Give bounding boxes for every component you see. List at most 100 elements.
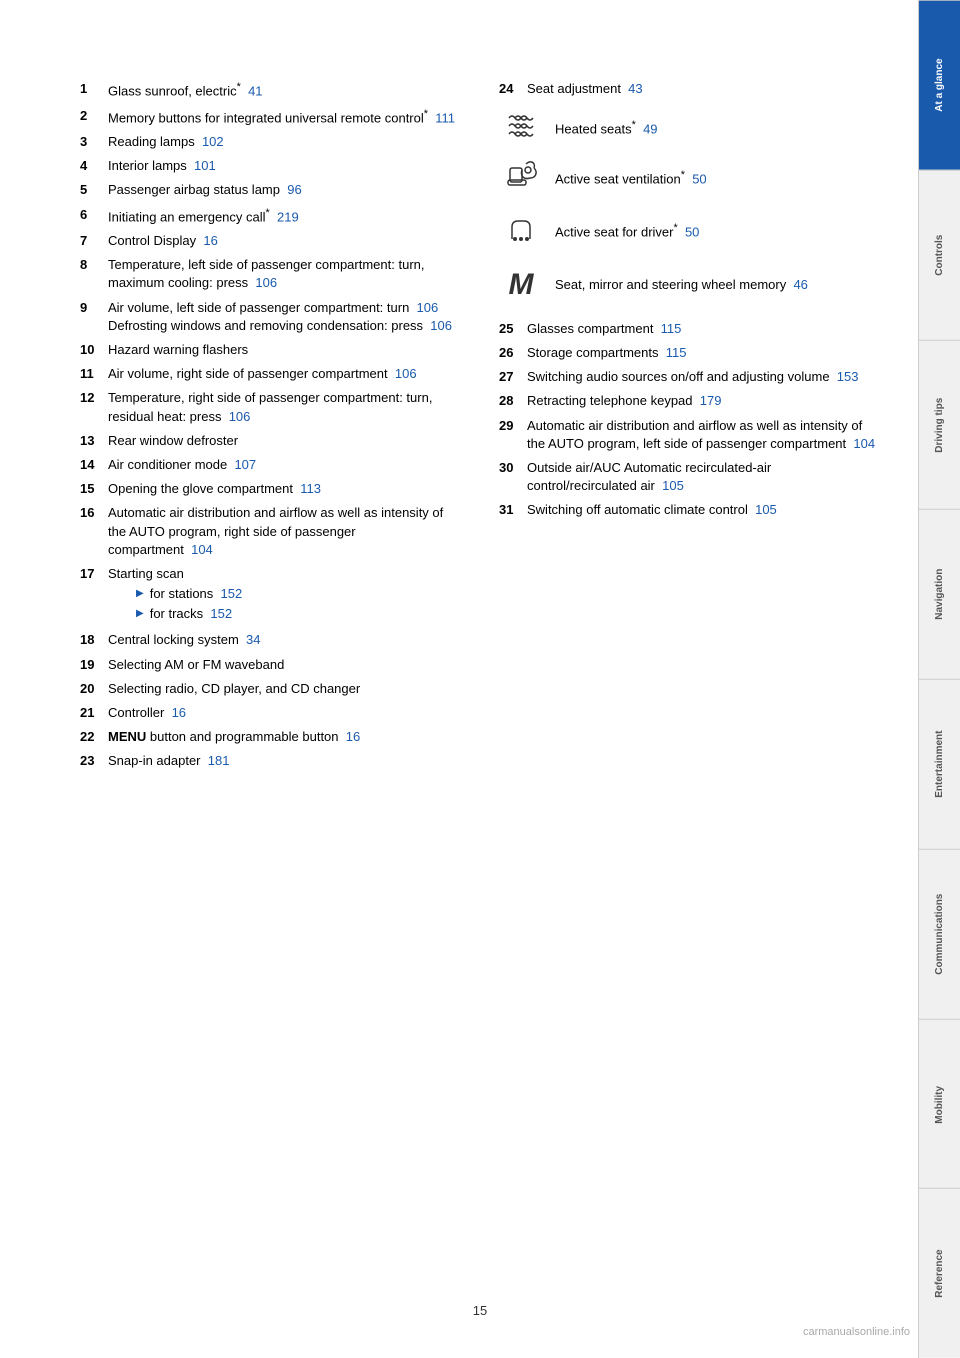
item-text: Glass sunroof, electric* 41 <box>108 80 459 101</box>
page-ref[interactable]: 101 <box>194 158 216 173</box>
list-item: 19 Selecting AM or FM waveband <box>80 656 459 674</box>
item-number: 26 <box>499 344 527 362</box>
item-number: 22 <box>80 728 108 746</box>
page-ref[interactable]: 105 <box>662 478 684 493</box>
item-number: 12 <box>80 389 108 425</box>
item-number: 7 <box>80 232 108 250</box>
sidebar-tab-reference[interactable]: Reference <box>919 1188 960 1358</box>
page-ref[interactable]: 107 <box>234 457 256 472</box>
item-number: 6 <box>80 206 108 227</box>
page-ref[interactable]: 152 <box>221 586 243 601</box>
item-number: 10 <box>80 341 108 359</box>
active-driver-text: Active seat for driver* 50 <box>555 221 878 242</box>
sidebar-tab-at-a-glance[interactable]: At a glance <box>919 0 960 170</box>
item-number: 9 <box>80 299 108 335</box>
page-ref[interactable]: 115 <box>661 321 682 336</box>
page-ref[interactable]: 49 <box>643 121 657 136</box>
item-text: Switching audio sources on/off and adjus… <box>527 368 878 386</box>
item-number: 19 <box>80 656 108 674</box>
page-ref[interactable]: 115 <box>666 345 687 360</box>
item-text: MENU button and programmable button 16 <box>108 728 459 746</box>
sidebar-tab-driving-tips[interactable]: Driving tips <box>919 340 960 510</box>
item-text: Initiating an emergency call* 219 <box>108 206 459 227</box>
list-item: 28 Retracting telephone keypad 179 <box>499 392 878 410</box>
seat-mirror-memory-icon: M <box>499 264 543 306</box>
sub-item-text: for stations 152 <box>150 585 243 603</box>
item-text: Reading lamps 102 <box>108 133 459 151</box>
list-item: 16 Automatic air distribution and airflo… <box>80 504 459 559</box>
list-item: 13 Rear window defroster <box>80 432 459 450</box>
sidebar-tab-mobility[interactable]: Mobility <box>919 1019 960 1189</box>
page-ref[interactable]: 106 <box>417 300 439 315</box>
list-item: 24 Seat adjustment 43 <box>499 80 878 98</box>
item-text: Outside air/AUC Automatic recirculated-a… <box>527 459 878 495</box>
page-ref[interactable]: 34 <box>246 632 260 647</box>
item-text: Interior lamps 101 <box>108 157 459 175</box>
seat-mirror-text: Seat, mirror and steering wheel memory 4… <box>555 276 878 294</box>
item-number: 24 <box>499 80 527 98</box>
list-item: 8 Temperature, left side of passenger co… <box>80 256 459 292</box>
page-ref[interactable]: 41 <box>248 83 262 98</box>
item-number: 27 <box>499 368 527 386</box>
sub-item: ▶ for tracks 152 <box>136 605 459 623</box>
heated-seats-svg <box>503 110 539 138</box>
icon-list-item: Active seat for driver* 50 <box>499 211 878 252</box>
page-ref[interactable]: 113 <box>300 481 321 496</box>
sidebar-tab-navigation[interactable]: Navigation <box>919 509 960 679</box>
item-text: Retracting telephone keypad 179 <box>527 392 878 410</box>
active-driver-icon <box>499 211 543 252</box>
item-text: Opening the glove compartment 113 <box>108 480 459 498</box>
watermark: carmanualsonline.info <box>803 1326 910 1338</box>
page-ref[interactable]: 106 <box>229 409 251 424</box>
item-text: Control Display 16 <box>108 232 459 250</box>
page-ref[interactable]: 43 <box>628 81 642 96</box>
item-text: Air volume, left side of passenger compa… <box>108 299 459 335</box>
list-item: 14 Air conditioner mode 107 <box>80 456 459 474</box>
page-ref[interactable]: 46 <box>793 277 807 292</box>
list-item: 7 Control Display 16 <box>80 232 459 250</box>
item-text: Seat adjustment 43 <box>527 80 878 98</box>
page-ref[interactable]: 104 <box>191 542 213 557</box>
sidebar-tab-entertainment[interactable]: Entertainment <box>919 679 960 849</box>
page-ref[interactable]: 105 <box>755 502 777 517</box>
item-text: Selecting radio, CD player, and CD chang… <box>108 680 459 698</box>
list-item: 20 Selecting radio, CD player, and CD ch… <box>80 680 459 698</box>
list-item: 1 Glass sunroof, electric* 41 <box>80 80 459 101</box>
page-ref[interactable]: 219 <box>277 209 299 224</box>
item-number: 31 <box>499 501 527 519</box>
item-number: 14 <box>80 456 108 474</box>
list-item: 9 Air volume, left side of passenger com… <box>80 299 459 335</box>
page-ref[interactable]: 96 <box>287 182 301 197</box>
page-ref[interactable]: 152 <box>210 606 232 621</box>
sidebar: At a glance Controls Driving tips Naviga… <box>918 0 960 1358</box>
page-ref[interactable]: 106 <box>430 318 452 333</box>
page-ref[interactable]: 106 <box>395 366 417 381</box>
list-item: 22 MENU button and programmable button 1… <box>80 728 459 746</box>
list-item: 5 Passenger airbag status lamp 96 <box>80 181 459 199</box>
page-ref[interactable]: 50 <box>692 172 706 187</box>
page-ref[interactable]: 50 <box>685 224 699 239</box>
list-item: 17 Starting scan ▶ for stations 152 ▶ fo… <box>80 565 459 626</box>
page-ref[interactable]: 16 <box>203 233 217 248</box>
page-ref[interactable]: 153 <box>837 369 859 384</box>
page-ref[interactable]: 102 <box>202 134 224 149</box>
page-ref[interactable]: 111 <box>435 110 455 125</box>
page-ref[interactable]: 106 <box>255 275 277 290</box>
item-number: 1 <box>80 80 108 101</box>
sidebar-tab-communications[interactable]: Communications <box>919 849 960 1019</box>
list-item: 31 Switching off automatic climate contr… <box>499 501 878 519</box>
page-ref[interactable]: 16 <box>346 729 360 744</box>
page-ref[interactable]: 179 <box>700 393 722 408</box>
list-item: 26 Storage compartments 115 <box>499 344 878 362</box>
item-number: 16 <box>80 504 108 559</box>
item-number: 3 <box>80 133 108 151</box>
list-item: 27 Switching audio sources on/off and ad… <box>499 368 878 386</box>
page-ref[interactable]: 181 <box>208 753 230 768</box>
page-ref[interactable]: 16 <box>172 705 186 720</box>
page-ref[interactable]: 104 <box>853 436 875 451</box>
item-number: 8 <box>80 256 108 292</box>
sidebar-tab-controls[interactable]: Controls <box>919 170 960 340</box>
item-number: 4 <box>80 157 108 175</box>
item-text: Controller 16 <box>108 704 459 722</box>
item-number: 18 <box>80 631 108 649</box>
